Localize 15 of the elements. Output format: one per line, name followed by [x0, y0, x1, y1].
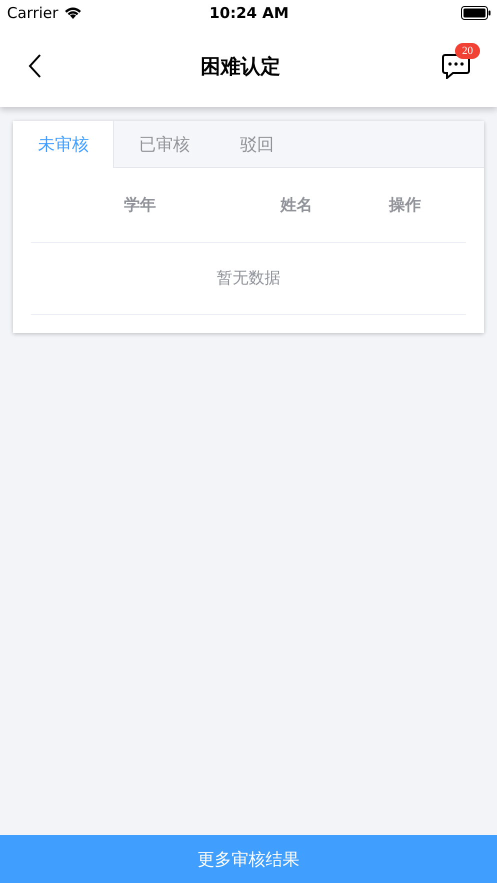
battery-icon	[461, 6, 492, 20]
tab[interactable]: 驳回	[215, 121, 299, 168]
empty-message: 暂无数据	[216, 268, 280, 289]
column-header: 操作	[389, 194, 421, 216]
page-title: 困难认定	[200, 52, 280, 80]
tab[interactable]: 已审核	[114, 121, 215, 168]
carrier-name: Carrier	[7, 4, 58, 22]
clock-time: 10:24 AM	[209, 4, 289, 22]
tab[interactable]: 未审核	[13, 121, 114, 168]
back-icon[interactable]	[28, 53, 42, 79]
column-header: 姓名	[280, 194, 312, 216]
message-count-badge: 20	[455, 43, 480, 59]
column-header: 学年	[124, 194, 156, 216]
wifi-icon	[64, 6, 82, 19]
more-results-button[interactable]: 更多审核结果	[0, 835, 497, 883]
